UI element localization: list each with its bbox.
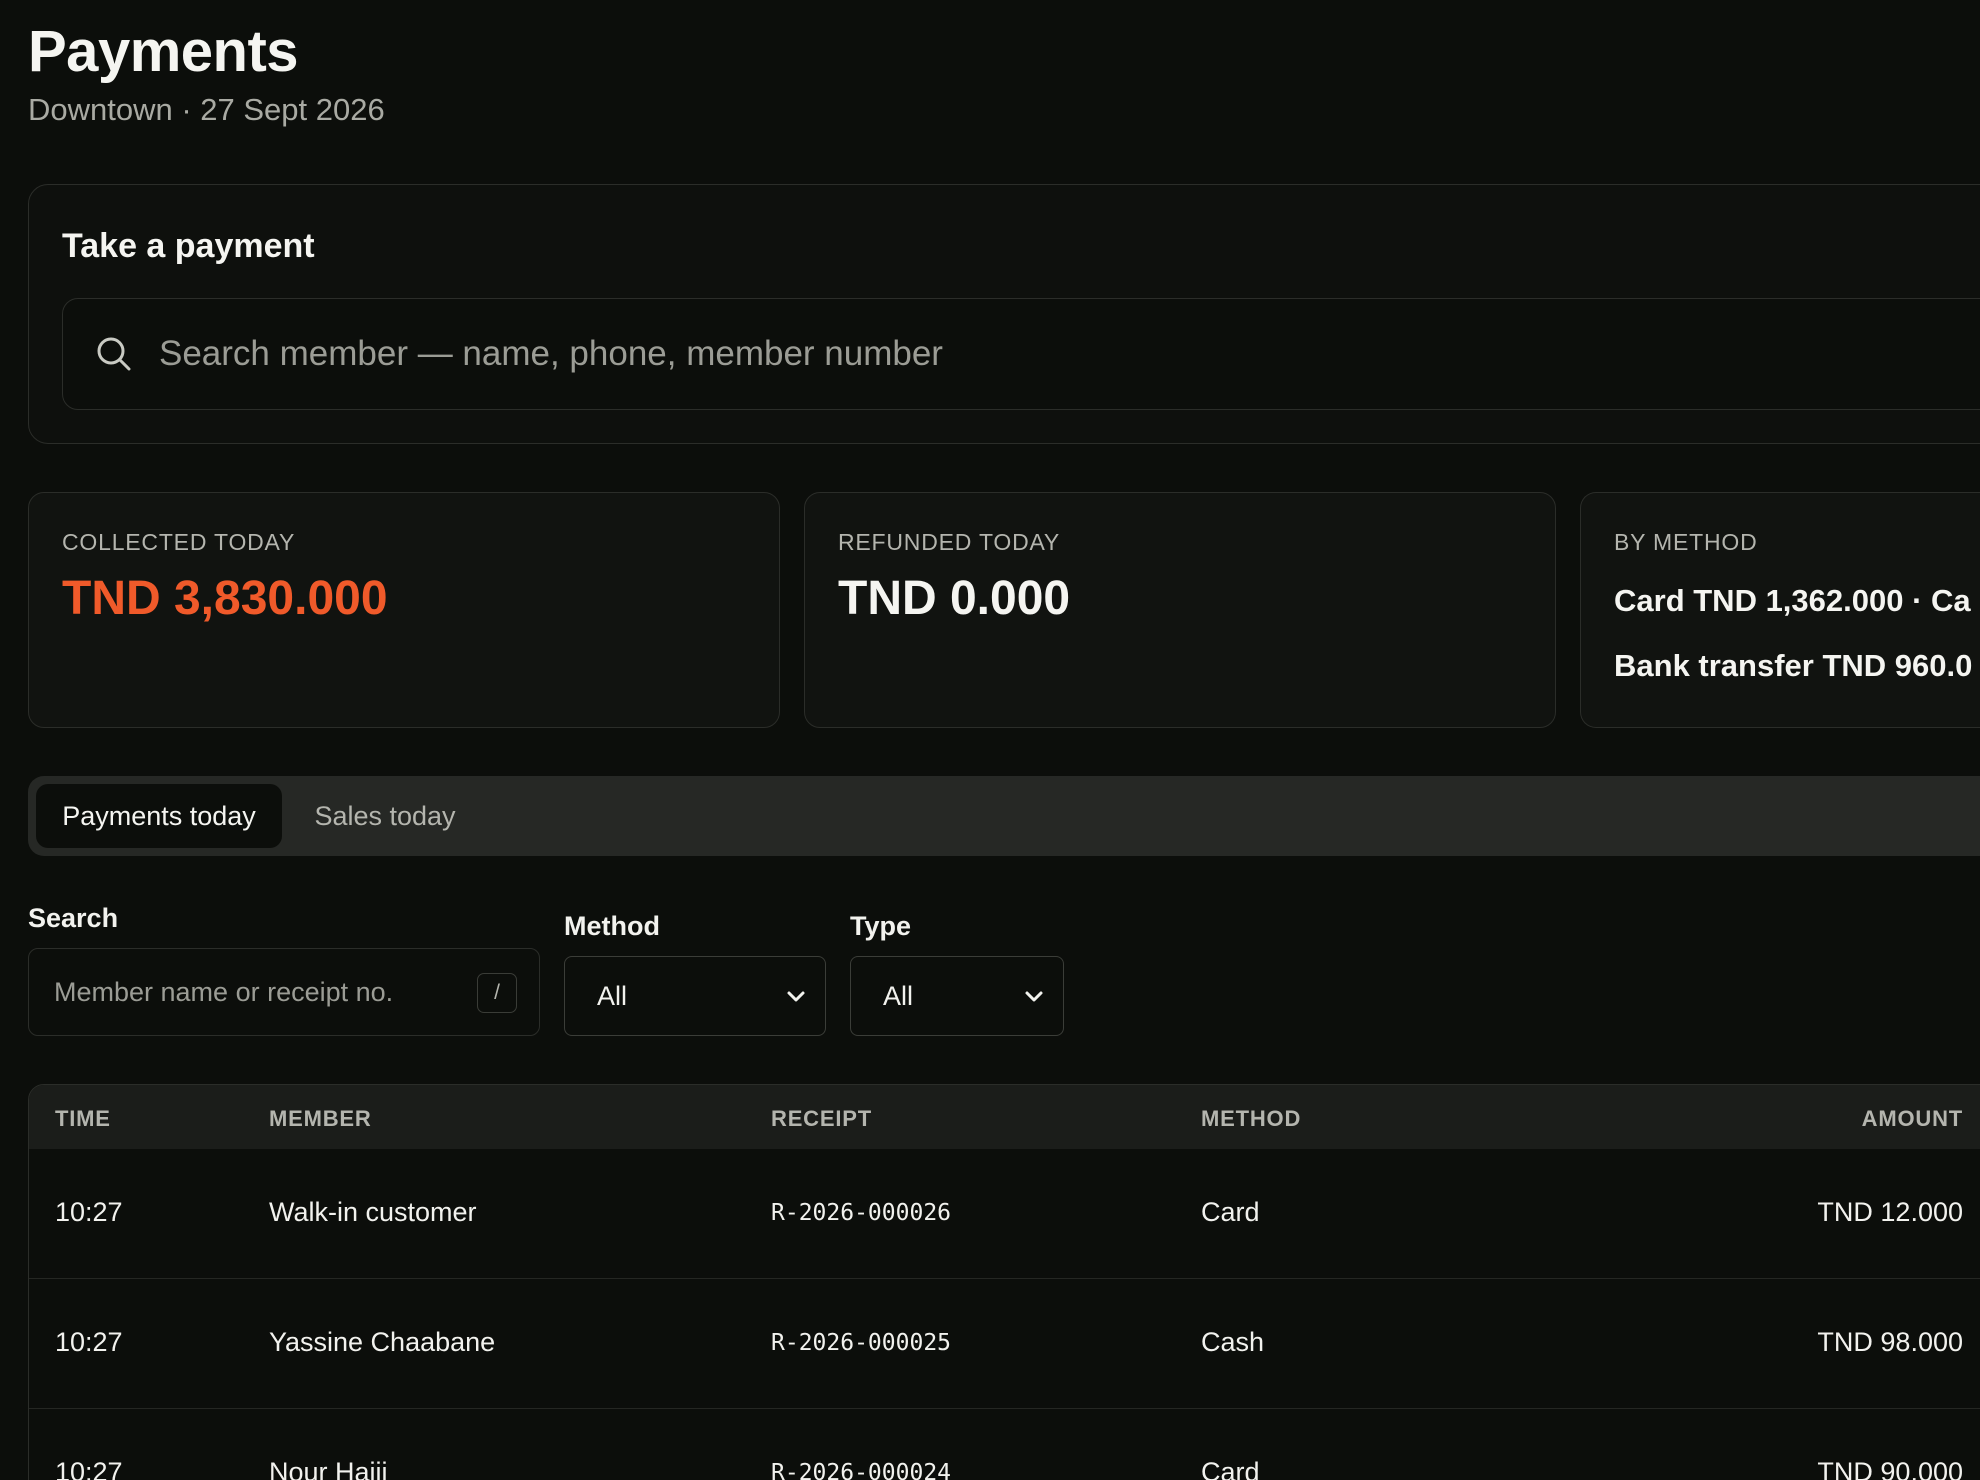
row-member: Yassine Chaabane (269, 1327, 496, 1357)
take-payment-title: Take a payment (62, 227, 315, 265)
tab-sales-today[interactable]: Sales today (290, 784, 480, 848)
keyboard-shortcut-hint: / (477, 973, 517, 1013)
column-header-time[interactable]: TIME (55, 1106, 111, 1132)
column-header-method[interactable]: METHOD (1201, 1106, 1301, 1132)
type-select[interactable]: All (850, 956, 1064, 1036)
type-select-value: All (883, 980, 914, 1011)
row-amount: TND 12.000 (1817, 1197, 1963, 1227)
row-member: Nour Hajji (269, 1457, 388, 1480)
row-time: 10:27 (55, 1457, 123, 1480)
row-receipt: R-2026-000024 (771, 1460, 952, 1480)
table-row[interactable]: 10:27 Nour Hajji R-2026-000024 Card TND … (29, 1409, 1980, 1480)
search-filter-label: Search (28, 903, 119, 933)
row-method: Card (1201, 1457, 1260, 1480)
tab-payments-today[interactable]: Payments today (36, 784, 282, 848)
take-payment-panel: Take a payment (28, 184, 1980, 444)
column-header-receipt[interactable]: RECEIPT (771, 1106, 872, 1132)
row-receipt: R-2026-000026 (771, 1200, 952, 1226)
row-amount: TND 98.000 (1817, 1327, 1963, 1357)
row-receipt: R-2026-000025 (771, 1330, 952, 1356)
row-method: Cash (1201, 1327, 1265, 1357)
refunded-today-card: REFUNDED TODAY TND 0.000 (804, 492, 1556, 728)
refunded-today-label: REFUNDED TODAY (838, 529, 1061, 555)
collected-today-card: COLLECTED TODAY TND 3,830.000 (28, 492, 780, 728)
chevron-down-icon (785, 985, 807, 1007)
type-filter-label: Type (850, 911, 912, 941)
payments-page: Payments Downtown · 27 Sept 2026 Take a … (0, 0, 1980, 1480)
by-method-line: Bank transfer TND 960.0 (1614, 648, 1973, 683)
receipt-search-input[interactable] (54, 949, 454, 1035)
row-member: Walk-in customer (269, 1197, 477, 1227)
table-row[interactable]: 10:27 Walk-in customer R-2026-000026 Car… (29, 1149, 1980, 1279)
by-method-card: BY METHOD Card TND 1,362.000 · Ca Bank t… (1580, 492, 1980, 728)
method-filter-label: Method (564, 911, 660, 941)
tab-bar: Payments today Sales today (28, 776, 1980, 856)
row-time: 10:27 (55, 1327, 123, 1357)
payments-table: TIME MEMBER RECEIPT METHOD AMOUNT 10:27 … (28, 1084, 1980, 1480)
collected-today-label: COLLECTED TODAY (62, 529, 296, 555)
page-subtitle: Downtown · 27 Sept 2026 (28, 92, 385, 127)
method-select[interactable]: All (564, 956, 826, 1036)
by-method-line: Card TND 1,362.000 · Ca (1614, 583, 1971, 618)
column-header-member[interactable]: MEMBER (269, 1106, 372, 1132)
table-header: TIME MEMBER RECEIPT METHOD AMOUNT (29, 1085, 1980, 1149)
row-amount: TND 90.000 (1817, 1457, 1963, 1480)
row-time: 10:27 (55, 1197, 123, 1227)
member-search-input[interactable] (159, 334, 1759, 374)
page-title: Payments (28, 19, 299, 84)
by-method-label: BY METHOD (1614, 529, 1758, 555)
chevron-down-icon (1023, 985, 1045, 1007)
column-header-amount[interactable]: AMOUNT (1862, 1106, 1963, 1132)
table-row[interactable]: 10:27 Yassine Chaabane R-2026-000025 Cas… (29, 1279, 1980, 1409)
search-icon (95, 335, 133, 373)
member-search-field[interactable] (62, 298, 1980, 410)
receipt-search-field[interactable]: / (28, 948, 540, 1036)
collected-today-value: TND 3,830.000 (62, 572, 388, 625)
refunded-today-value: TND 0.000 (838, 572, 1071, 625)
row-method: Card (1201, 1197, 1260, 1227)
method-select-value: All (597, 980, 628, 1011)
